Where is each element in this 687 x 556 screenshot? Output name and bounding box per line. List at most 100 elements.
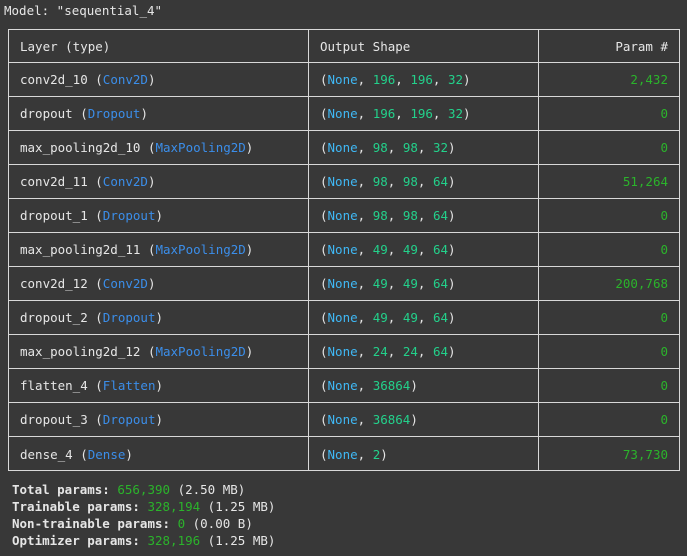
shape-dim: 32 <box>432 140 449 155</box>
comma: , <box>357 276 373 291</box>
param-count-cell: 51,264 <box>539 165 679 199</box>
params-summary-line: Total params: 656,390 (2.50 MB) <box>12 481 275 498</box>
layer-cell: dropout_3 (Dropout) <box>9 403 309 437</box>
output-shape-cell: (None, 49, 49, 64) <box>309 233 539 267</box>
param-count-cell: 0 <box>539 131 679 165</box>
paren: ( <box>87 208 103 223</box>
paren: ) <box>410 412 418 427</box>
paren: ) <box>448 242 456 257</box>
shape-dim: 49 <box>372 276 388 291</box>
comma: , <box>357 310 373 325</box>
layer-class: Flatten <box>102 378 156 393</box>
params-value: 656,390 <box>117 482 171 497</box>
output-shape-cell: (None, 98, 98, 32) <box>309 131 539 165</box>
layer-cell: max_pooling2d_11 (MaxPooling2D) <box>9 233 309 267</box>
shape-dim: 64 <box>432 276 449 291</box>
shape-dim: 98 <box>402 208 418 223</box>
paren: ) <box>245 242 254 257</box>
paren: ( <box>87 276 103 291</box>
paren: ) <box>380 446 388 462</box>
layer-class: Dropout <box>102 208 156 223</box>
comma: , <box>357 344 373 359</box>
batch-dim: None <box>327 446 358 462</box>
comma: , <box>357 106 373 121</box>
paren: ( <box>320 310 328 325</box>
shape-dim: 196 <box>410 72 433 87</box>
comma: , <box>387 344 403 359</box>
paren: ) <box>147 174 156 189</box>
paren: ) <box>463 106 471 121</box>
params-label: Trainable params: <box>12 499 148 514</box>
comma: , <box>395 106 411 121</box>
comma: , <box>387 276 403 291</box>
shape-dim: 64 <box>432 242 449 257</box>
layer-cell: dropout (Dropout) <box>9 97 309 131</box>
param-count-cell: 0 <box>539 199 679 233</box>
params-label: Optimizer params: <box>12 533 148 548</box>
paren: ( <box>320 72 328 87</box>
shape-dim: 196 <box>410 106 433 121</box>
output-shape-cell: (None, 98, 98, 64) <box>309 199 539 233</box>
param-count-cell: 2,432 <box>539 63 679 97</box>
param-count-cell: 0 <box>539 97 679 131</box>
comma: , <box>357 208 373 223</box>
params-summary-line: Optimizer params: 328,196 (1.25 MB) <box>12 532 275 549</box>
layer-name: max_pooling2d_11 <box>20 242 141 257</box>
param-count-cell: 0 <box>539 335 679 369</box>
paren: ( <box>140 242 156 257</box>
output-shape-cell: (None, 49, 49, 64) <box>309 301 539 335</box>
paren: ( <box>320 242 328 257</box>
shape-dim: 98 <box>402 140 418 155</box>
comma: , <box>387 174 403 189</box>
paren: ( <box>320 412 328 427</box>
batch-dim: None <box>327 72 358 87</box>
shape-dim: 196 <box>372 106 396 121</box>
shape-dim: 64 <box>432 174 449 189</box>
shape-dim: 24 <box>402 344 418 359</box>
paren: ( <box>72 446 88 462</box>
paren: ( <box>320 208 328 223</box>
paren: ( <box>320 140 328 155</box>
shape-dim: 49 <box>402 276 418 291</box>
batch-dim: None <box>327 412 358 427</box>
batch-dim: None <box>327 106 358 121</box>
comma: , <box>357 446 373 462</box>
header-output-shape: Output Shape <box>309 30 539 63</box>
layer-name: dropout_1 <box>20 208 88 223</box>
layer-class: MaxPooling2D <box>155 242 246 257</box>
layer-class: Dropout <box>102 412 156 427</box>
comma: , <box>417 276 433 291</box>
layer-class: MaxPooling2D <box>155 344 246 359</box>
batch-dim: None <box>327 174 358 189</box>
shape-dim: 64 <box>432 208 449 223</box>
param-count-cell: 0 <box>539 403 679 437</box>
comma: , <box>417 140 433 155</box>
layer-cell: max_pooling2d_12 (MaxPooling2D) <box>9 335 309 369</box>
shape-dim: 196 <box>372 72 396 87</box>
paren: ) <box>155 378 164 393</box>
paren: ) <box>448 344 456 359</box>
batch-dim: None <box>327 344 358 359</box>
param-count-cell: 200,768 <box>539 267 679 301</box>
layer-class: Dropout <box>87 106 141 121</box>
layer-name: max_pooling2d_10 <box>20 140 141 155</box>
model-summary-table: Layer (type) Output Shape Param # conv2d… <box>8 29 680 471</box>
shape-dim: 36864 <box>372 378 411 393</box>
paren: ( <box>140 140 156 155</box>
layer-cell: conv2d_11 (Conv2D) <box>9 165 309 199</box>
layer-name: dropout_2 <box>20 310 88 325</box>
output-shape-cell: (None, 98, 98, 64) <box>309 165 539 199</box>
params-size: (0.00 B) <box>185 516 253 531</box>
comma: , <box>357 242 373 257</box>
paren: ) <box>155 208 164 223</box>
layer-class: Dense <box>87 446 126 462</box>
paren: ) <box>125 446 133 462</box>
layer-cell: conv2d_10 (Conv2D) <box>9 63 309 97</box>
comma: , <box>417 174 433 189</box>
param-count-cell: 0 <box>539 301 679 335</box>
paren: ( <box>87 72 103 87</box>
layer-name: conv2d_11 <box>20 174 88 189</box>
shape-dim: 98 <box>372 208 388 223</box>
output-shape-cell: (None, 36864) <box>309 403 539 437</box>
params-label: Total params: <box>12 482 118 497</box>
